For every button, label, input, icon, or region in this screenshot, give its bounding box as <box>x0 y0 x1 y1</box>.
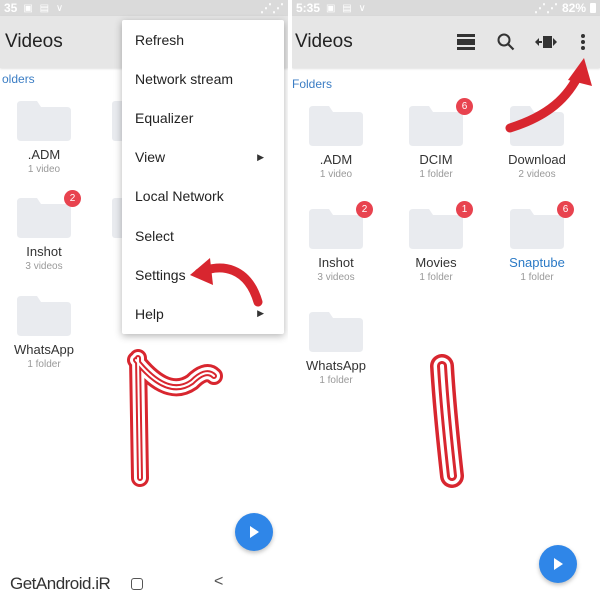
view-mode-button[interactable] <box>446 22 486 62</box>
cast-icon <box>535 36 557 48</box>
folder-icon: 2 <box>309 201 373 249</box>
folder-name: Movies <box>415 255 457 270</box>
folder-count: 3 videos <box>25 261 63 272</box>
folder-icon: 6 <box>510 201 574 249</box>
folder-icon <box>112 101 122 141</box>
folder-item-whatsapp[interactable]: WhatsApp 1 folder <box>0 296 94 370</box>
page-title: Videos <box>295 31 353 52</box>
signal-icon: ⋰⋰ <box>533 1 558 15</box>
left-screenshot-panel: 35 ▣ ▤ ∨ ⋰⋰ Videos olders .ADM 1 video 2… <box>0 0 288 600</box>
folder-count: 1 video <box>319 169 353 180</box>
folder-icon <box>510 106 564 146</box>
folder-item-movies[interactable]: 1 Movies 1 folder <box>386 201 486 283</box>
play-button[interactable] <box>539 545 577 583</box>
folder-item-download[interactable]: Download 2 videos <box>487 106 587 180</box>
notification-icons: ▣ ▤ ∨ <box>23 2 66 14</box>
folder-name: .ADM <box>319 152 353 167</box>
status-bar: 5:35 ▣ ▤ ∨ ⋰⋰ 82% <box>292 0 600 16</box>
folder-icon: 6 <box>409 98 473 146</box>
count-badge: 6 <box>456 98 473 115</box>
count-badge: 2 <box>356 201 373 218</box>
more-options-button[interactable] <box>566 22 600 62</box>
play-button[interactable] <box>235 513 273 551</box>
folder-count: 1 folder <box>520 272 554 283</box>
folder-item-inshot[interactable]: 2 Inshot 3 videos <box>0 190 94 272</box>
folder-name: WhatsApp <box>306 358 366 373</box>
menu-item-select[interactable]: Select <box>122 216 284 255</box>
play-icon <box>554 558 563 570</box>
folder-icon <box>17 101 71 141</box>
navigation-bar: GetAndroid.iR < <box>0 570 288 598</box>
overflow-menu: Refresh Network stream Equalizer View ▶ L… <box>122 20 284 334</box>
menu-item-settings[interactable]: Settings <box>122 255 284 294</box>
folder-name: Snaptube <box>509 255 565 270</box>
folder-icon <box>112 198 122 238</box>
menu-item-refresh[interactable]: Refresh <box>122 20 284 59</box>
folder-count: 3 videos <box>317 272 355 283</box>
menu-item-view[interactable]: View ▶ <box>122 138 284 177</box>
folder-icon: 2 <box>17 190 81 238</box>
notification-icons: ▣ ▤ ∨ <box>326 2 368 14</box>
battery-level: 82% <box>561 1 586 15</box>
status-time: 5:35 <box>296 1 321 15</box>
folder-name: Inshot <box>26 244 62 259</box>
section-label-folders: Folders <box>292 77 333 91</box>
search-button[interactable] <box>486 22 526 62</box>
folder-name: DCIM <box>419 152 453 167</box>
folder-count: 1 folder <box>319 375 353 386</box>
folder-item-adm[interactable]: .ADM 1 video <box>292 106 386 180</box>
chevron-right-icon: ▶ <box>257 308 264 319</box>
more-vert-icon <box>581 34 585 50</box>
search-icon <box>497 33 515 51</box>
count-badge: 6 <box>557 201 574 218</box>
folder-count: 1 folder <box>27 359 61 370</box>
folder-icon <box>309 312 363 352</box>
menu-item-local-network[interactable]: Local Network <box>122 177 284 216</box>
folder-name: WhatsApp <box>14 342 74 357</box>
section-label-folders: olders <box>2 72 35 86</box>
folder-name: Download <box>508 152 566 167</box>
folder-count: 1 folder <box>419 272 453 283</box>
folder-count: 1 folder <box>419 169 453 180</box>
folder-icon: 1 <box>409 201 473 249</box>
menu-item-equalizer[interactable]: Equalizer <box>122 98 284 137</box>
status-time: 35 <box>4 1 18 15</box>
app-bar: Videos <box>292 16 600 68</box>
count-badge: 2 <box>64 190 81 207</box>
folder-item-inshot[interactable]: 2 Inshot 3 videos <box>292 201 386 283</box>
signal-icon: ⋰⋰ <box>260 1 284 15</box>
folder-count: 2 videos <box>518 169 556 180</box>
chevron-right-icon: ▶ <box>257 151 264 162</box>
cast-button[interactable] <box>526 22 566 62</box>
folder-item-adm[interactable]: .ADM 1 video <box>0 101 94 175</box>
home-icon[interactable] <box>131 578 143 590</box>
right-screenshot-panel: 5:35 ▣ ▤ ∨ ⋰⋰ 82% Videos Folders .ADM 1 … <box>292 0 600 600</box>
folder-name: .ADM <box>27 147 61 162</box>
count-badge: 1 <box>456 201 473 218</box>
folder-item-whatsapp[interactable]: WhatsApp 1 folder <box>292 312 386 386</box>
folder-count: 1 video <box>27 164 61 175</box>
folder-item-snaptube[interactable]: 6 Snaptube 1 folder <box>487 201 587 283</box>
page-title: Videos <box>5 31 63 52</box>
play-icon <box>250 526 259 538</box>
toolbar <box>446 22 600 62</box>
battery-icon <box>590 3 596 13</box>
view-mode-icon <box>457 34 475 50</box>
back-icon[interactable]: < <box>214 573 223 591</box>
folder-name: Inshot <box>318 255 354 270</box>
watermark-text: GetAndroid.iR <box>10 574 111 593</box>
menu-item-network-stream[interactable]: Network stream <box>122 59 284 98</box>
status-bar: 35 ▣ ▤ ∨ ⋰⋰ <box>0 0 288 16</box>
folder-icon <box>309 106 363 146</box>
folder-icon <box>17 296 71 336</box>
menu-item-help[interactable]: Help ▶ <box>122 294 284 333</box>
folder-item-dcim[interactable]: 6 DCIM 1 folder <box>386 98 486 180</box>
